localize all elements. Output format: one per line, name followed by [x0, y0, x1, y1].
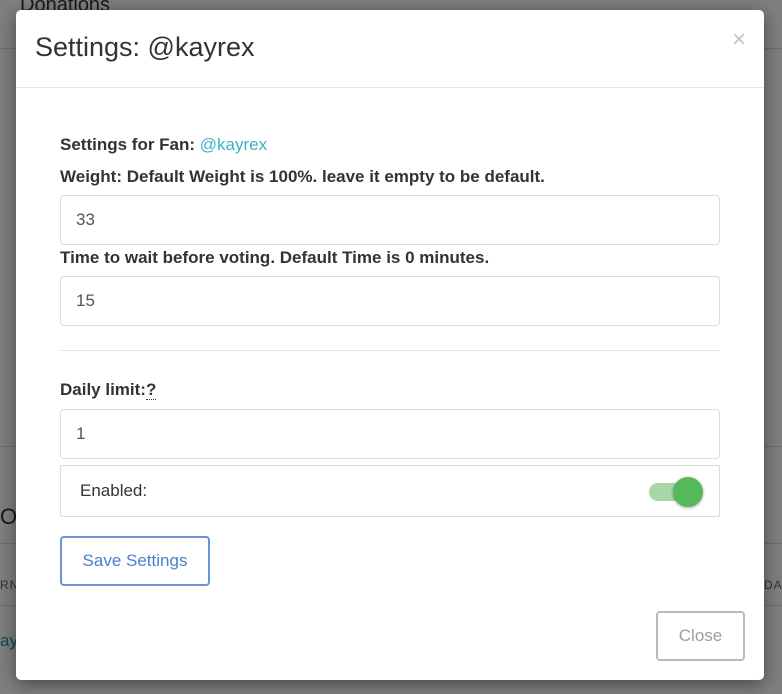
daily-limit-input[interactable]	[60, 409, 720, 459]
fan-settings-label: Settings for Fan: @kayrex	[60, 135, 267, 155]
daily-limit-help[interactable]: ?	[145, 380, 157, 400]
wait-time-label: Time to wait before voting. Default Time…	[60, 248, 490, 267]
toggle-knob	[673, 477, 703, 507]
enabled-label: Enabled:	[80, 481, 148, 500]
modal-header: Settings: @kayrex ×	[16, 10, 764, 88]
modal-title: Settings: @kayrex	[35, 32, 255, 62]
enabled-toggle[interactable]	[649, 476, 705, 507]
close-icon[interactable]: ×	[732, 28, 746, 52]
save-settings-button[interactable]: Save Settings	[60, 536, 210, 586]
enabled-row: Enabled:	[60, 465, 720, 517]
wait-time-input[interactable]	[60, 276, 720, 326]
close-button[interactable]: Close	[656, 611, 745, 661]
settings-modal: Settings: @kayrex × Settings for Fan: @k…	[16, 10, 764, 680]
form-divider	[60, 350, 720, 351]
daily-limit-label-text: Daily limit:	[60, 380, 146, 399]
weight-input[interactable]	[60, 195, 720, 245]
fan-handle-link[interactable]: @kayrex	[200, 135, 267, 154]
fan-label-text: Settings for Fan:	[60, 135, 196, 154]
weight-label: Weight: Default Weight is 100%. leave it…	[60, 167, 545, 186]
daily-limit-label: Daily limit:?	[60, 380, 157, 400]
